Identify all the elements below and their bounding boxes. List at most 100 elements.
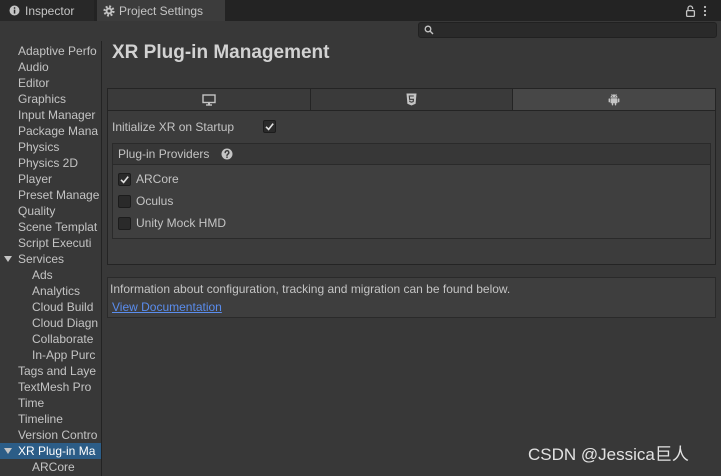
project-settings-window: Inspector Project Settings Adaptive Perf… [0, 0, 721, 476]
expand-arrow-icon[interactable] [4, 256, 12, 262]
page-title: XR Plug-in Management [112, 42, 330, 63]
sidebar-item-xr-plugin-management[interactable]: XR Plug-in Ma [0, 443, 101, 459]
provider-checkbox-unity-mock-hmd[interactable] [118, 216, 131, 230]
platform-tabs [107, 88, 716, 110]
info-box: Information about configuration, trackin… [107, 277, 716, 318]
provider-row-oculus[interactable]: Oculus [113, 190, 710, 212]
sidebar-item-label: Graphics [18, 92, 67, 106]
plugin-providers-box: Plug-in Providers ARCore Oculus Unity Mo… [112, 143, 711, 239]
kebab-menu-icon[interactable] [701, 4, 709, 17]
sidebar-item-label: Audio [18, 60, 49, 74]
sidebar-item-tags-and-layers[interactable]: Tags and Laye [0, 363, 101, 379]
sidebar-item-preset-manager[interactable]: Preset Manage [0, 187, 101, 203]
provider-row-arcore[interactable]: ARCore [113, 168, 710, 190]
sidebar-item-label: Analytics [32, 284, 81, 298]
sidebar-item-input-manager[interactable]: Input Manager [0, 107, 101, 123]
watermark: CSDN @Jessica巨人 [528, 445, 689, 464]
sidebar-item-physics-2d[interactable]: Physics 2D [0, 155, 101, 171]
sidebar-item-label: Input Manager [18, 108, 96, 122]
sidebar-item-time[interactable]: Time [0, 395, 101, 411]
plugin-providers-header: Plug-in Providers [113, 144, 710, 165]
sidebar-item-label: Package Mana [18, 124, 99, 138]
gear-icon [103, 4, 115, 17]
sidebar-item-player[interactable]: Player [0, 171, 101, 187]
sidebar-item-timeline[interactable]: Timeline [0, 411, 101, 427]
sidebar-item-label: Physics 2D [18, 156, 79, 170]
settings-sidebar: Adaptive Perfo Audio Editor Graphics Inp… [0, 43, 101, 476]
sidebar-item-analytics[interactable]: Analytics [0, 283, 101, 299]
tab-standalone[interactable] [108, 89, 310, 110]
search-field[interactable] [418, 22, 717, 38]
info-text: Information about configuration, trackin… [110, 282, 511, 296]
sidebar-item-label: Scene Templat [18, 220, 98, 234]
search-input[interactable] [434, 23, 716, 37]
sidebar-item-label: In-App Purc [32, 348, 96, 362]
provider-label: Unity Mock HMD [136, 216, 227, 230]
tab-inspector-label: Inspector [25, 3, 75, 18]
sidebar-item-arcore[interactable]: ARCore [0, 459, 101, 475]
sidebar-item-label: Script Executi [18, 236, 92, 250]
view-documentation-link[interactable]: View Documentation [112, 299, 222, 315]
search-icon [424, 25, 434, 35]
sidebar-item-physics[interactable]: Physics [0, 139, 101, 155]
sidebar-item-label: Tags and Laye [18, 364, 97, 378]
provider-label: Oculus [136, 194, 174, 208]
plugin-providers-title: Plug-in Providers [118, 147, 210, 161]
sidebar-item-cloud-build[interactable]: Cloud Build [0, 299, 101, 315]
sidebar-item-label: TextMesh Pro [18, 380, 92, 394]
check-icon [120, 175, 129, 184]
provider-checkbox-oculus[interactable] [118, 194, 131, 208]
sidebar-item-collaborate[interactable]: Collaborate [0, 331, 101, 347]
plugin-providers-list: ARCore Oculus Unity Mock HMD [113, 165, 710, 234]
tab-webgl[interactable] [309, 89, 513, 110]
sidebar-item-label: Services [18, 252, 65, 266]
sidebar-item-label: Player [18, 172, 53, 186]
sidebar-item-package-manager[interactable]: Package Mana [0, 123, 101, 139]
sidebar-item-label: Cloud Diagn [32, 316, 99, 330]
sidebar-item-cloud-diagnostics[interactable]: Cloud Diagn [0, 315, 101, 331]
sidebar-item-textmesh-pro[interactable]: TextMesh Pro [0, 379, 101, 395]
tab-android[interactable] [512, 89, 716, 110]
sidebar-item-version-control[interactable]: Version Contro [0, 427, 101, 443]
sidebar-item-label: Timeline [18, 412, 63, 426]
sidebar-splitter[interactable] [101, 41, 102, 476]
sidebar-item-label: Version Contro [18, 428, 98, 442]
tab-project-settings[interactable]: Project Settings [97, 0, 225, 21]
sidebar-item-label: Preset Manage [18, 188, 100, 202]
sidebar-item-quality[interactable]: Quality [0, 203, 101, 219]
expand-arrow-icon[interactable] [4, 448, 12, 454]
check-icon [265, 123, 274, 131]
sidebar-item-label: Adaptive Perfo [18, 44, 97, 58]
info-icon [8, 5, 20, 17]
sidebar-item-label: Time [18, 396, 45, 410]
android-icon [608, 93, 620, 106]
android-settings-panel: Initialize XR on Startup Plug-in Provide… [107, 110, 716, 265]
sidebar-item-label: Ads [32, 268, 53, 282]
provider-row-unity-mock-hmd[interactable]: Unity Mock HMD [113, 212, 710, 234]
provider-label: ARCore [136, 172, 179, 186]
sidebar-item-label: Quality [18, 204, 56, 218]
window-tab-strip: Inspector Project Settings [0, 0, 721, 21]
help-icon[interactable] [221, 148, 233, 160]
sidebar-item-services[interactable]: Services [0, 251, 101, 267]
lock-icon[interactable] [684, 4, 696, 17]
tab-project-settings-label: Project Settings [119, 3, 204, 18]
tab-inspector[interactable]: Inspector [0, 0, 94, 21]
sidebar-item-audio[interactable]: Audio [0, 59, 101, 75]
sidebar-item-label: Cloud Build [32, 300, 94, 314]
sidebar-item-label: ARCore [32, 460, 75, 474]
sidebar-item-label: Collaborate [32, 332, 94, 346]
sidebar-item-ads[interactable]: Ads [0, 267, 101, 283]
sidebar-item-label: XR Plug-in Ma [18, 444, 96, 458]
sidebar-item-script-execution-order[interactable]: Script Executi [0, 235, 101, 251]
sidebar-item-adaptive-performance[interactable]: Adaptive Perfo [0, 43, 101, 59]
sidebar-item-scene-template[interactable]: Scene Templat [0, 219, 101, 235]
initialize-xr-checkbox[interactable] [263, 120, 276, 133]
sidebar-item-in-app-purchasing[interactable]: In-App Purc [0, 347, 101, 363]
sidebar-item-label: Editor [18, 76, 50, 90]
provider-checkbox-arcore[interactable] [118, 172, 131, 186]
sidebar-item-editor[interactable]: Editor [0, 75, 101, 91]
sidebar-item-graphics[interactable]: Graphics [0, 91, 101, 107]
initialize-xr-label: Initialize XR on Startup [112, 120, 235, 134]
sidebar-item-label: Physics [18, 140, 60, 154]
